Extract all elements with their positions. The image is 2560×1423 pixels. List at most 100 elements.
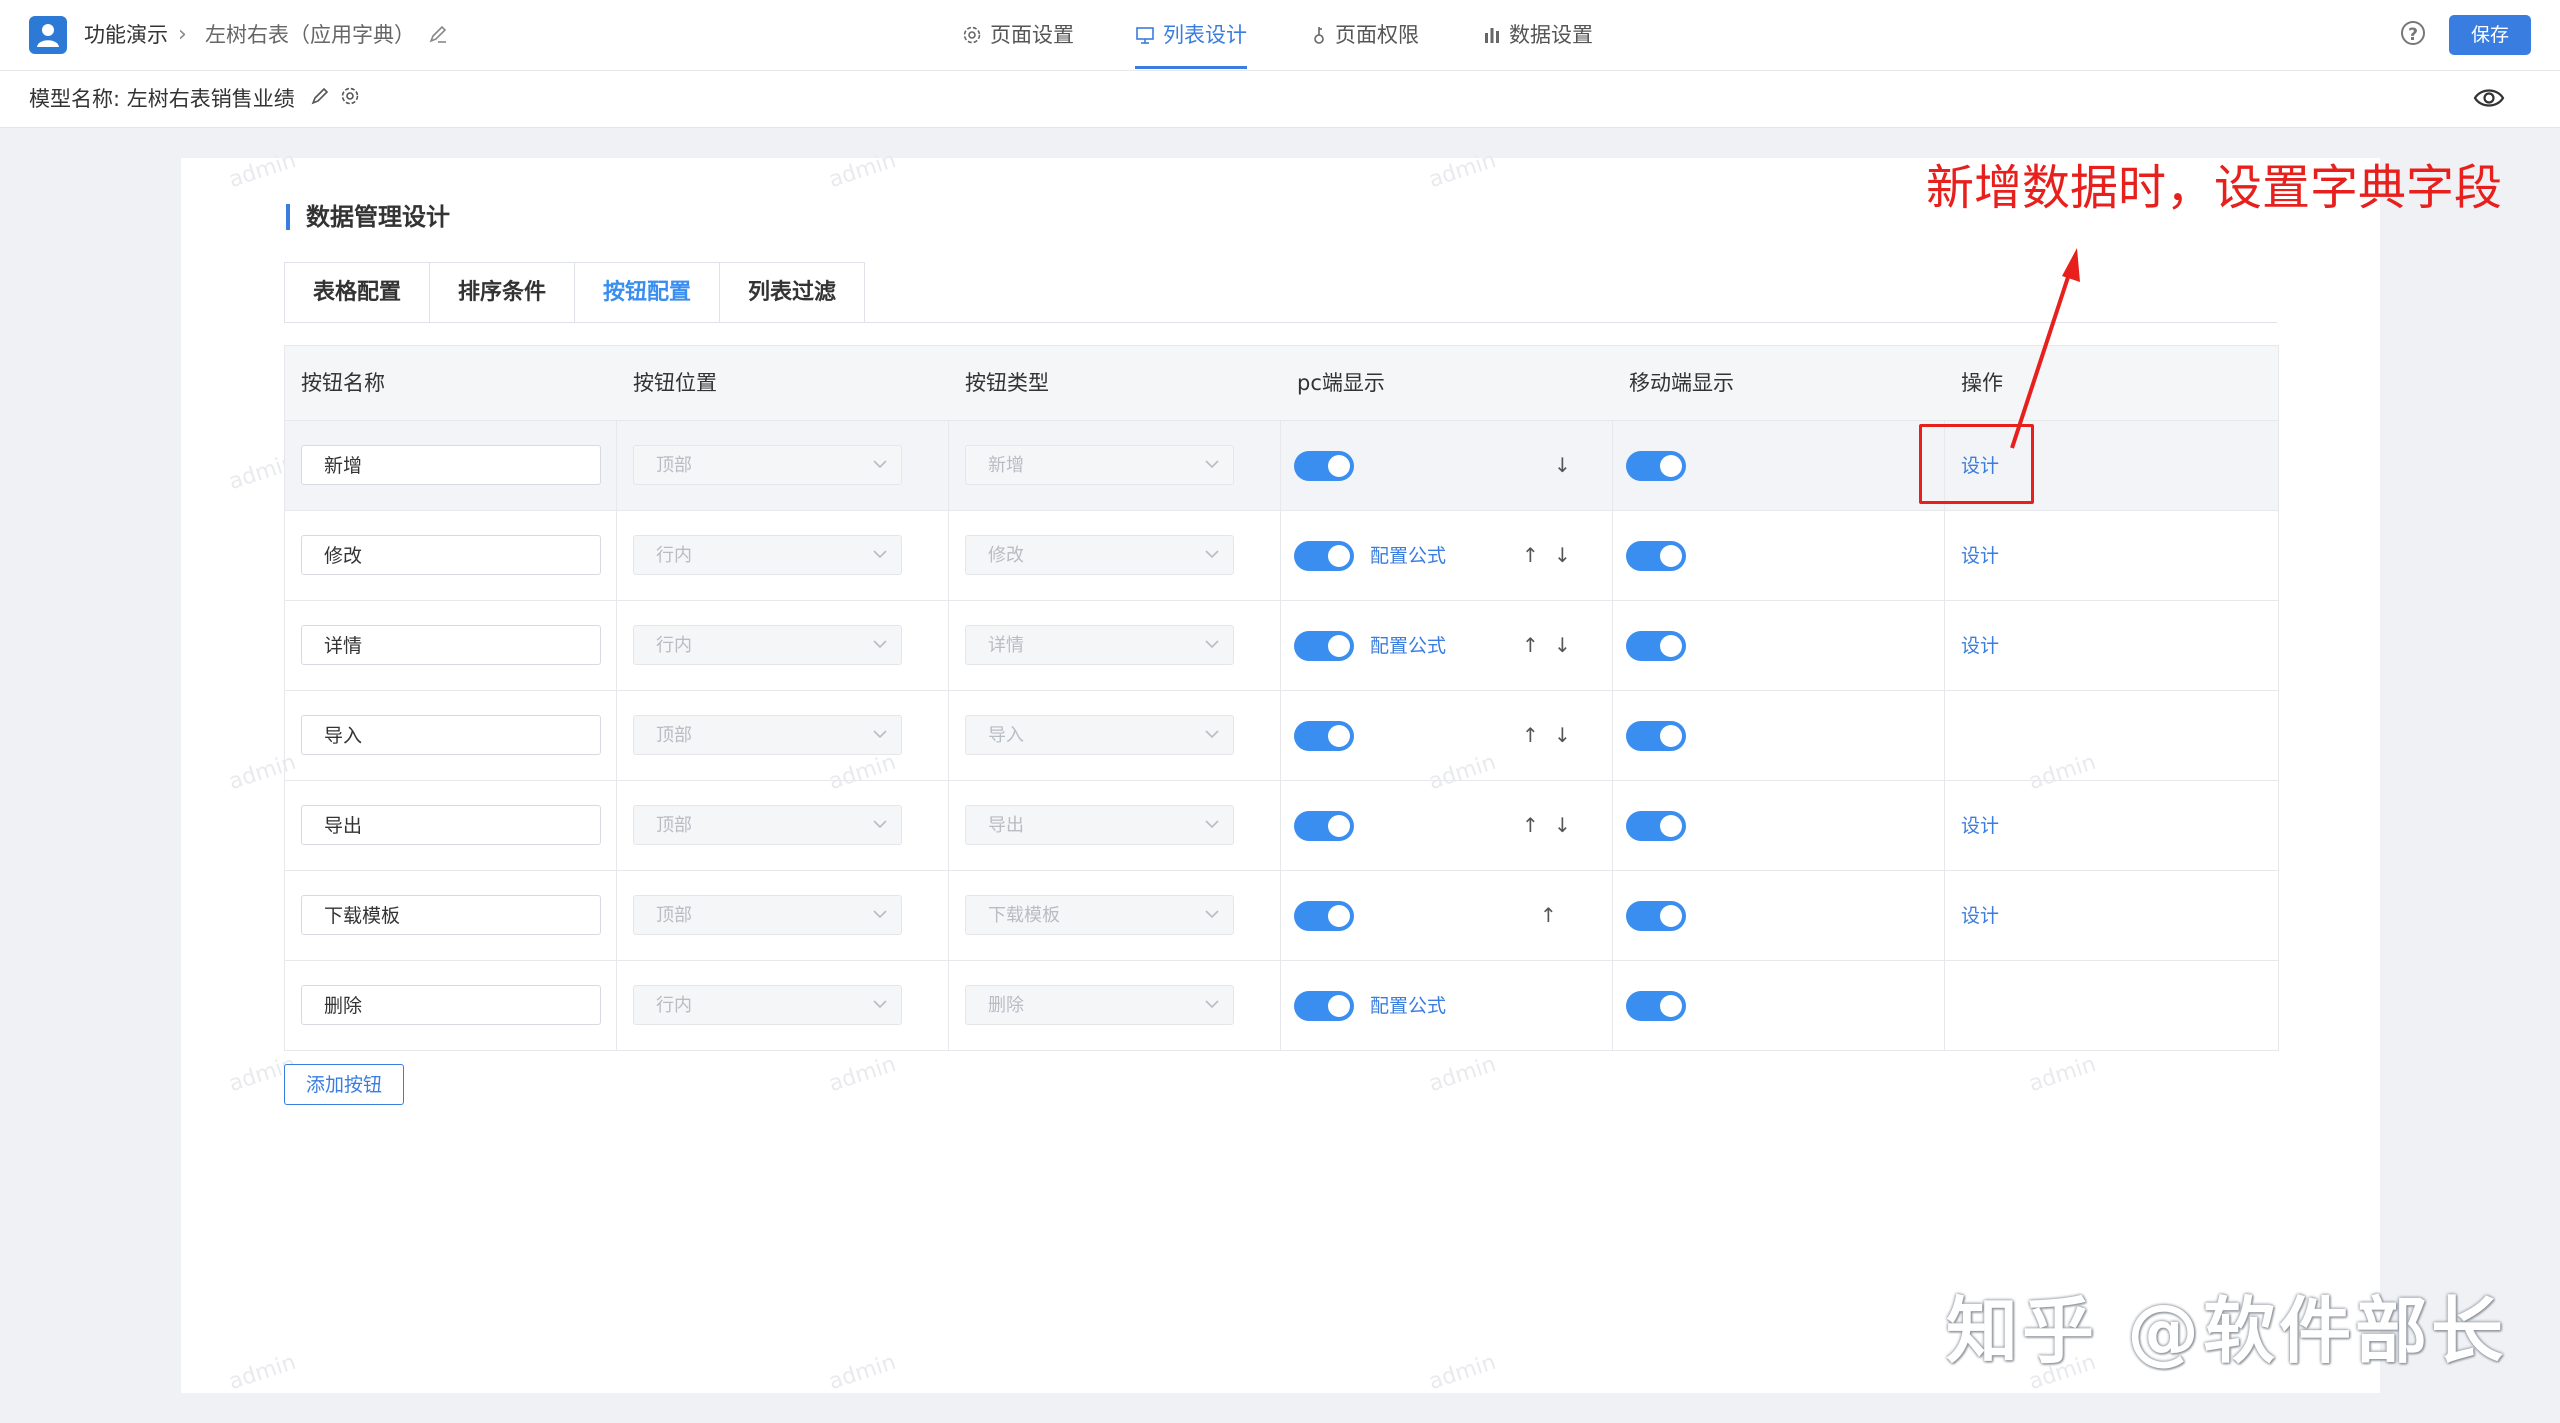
- mobile-display-toggle[interactable]: [1626, 721, 1686, 751]
- cell-pc-display: ↑: [1281, 871, 1613, 960]
- button-position-select[interactable]: 顶部: [633, 715, 902, 755]
- list-design-icon: [1136, 27, 1154, 44]
- button-type-select[interactable]: 修改: [965, 535, 1234, 575]
- button-position-select[interactable]: 顶部: [633, 445, 902, 485]
- subtab-list-filter[interactable]: 列表过滤: [720, 263, 864, 323]
- cell-button-position: 顶部: [617, 781, 949, 870]
- button-name-input[interactable]: 新增: [301, 445, 601, 485]
- subtab-table-config[interactable]: 表格配置: [285, 263, 430, 323]
- chevron-down-icon: [873, 640, 887, 649]
- column-header: 按钮类型: [965, 371, 1049, 395]
- cell-mobile-display: [1613, 871, 1945, 960]
- button-type-select[interactable]: 删除: [965, 985, 1234, 1025]
- pc-display-toggle[interactable]: [1294, 811, 1354, 841]
- button-type-select[interactable]: 下载模板: [965, 895, 1234, 935]
- cell-button-name: 删除: [285, 961, 617, 1050]
- button-position-select[interactable]: 顶部: [633, 895, 902, 935]
- chevron-down-icon: [1205, 820, 1219, 829]
- cell-button-type: 新增: [949, 421, 1281, 510]
- cell-button-type: 修改: [949, 511, 1281, 600]
- move-down-arrow-icon[interactable]: ↓: [1554, 721, 1571, 749]
- button-position-select[interactable]: 行内: [633, 985, 902, 1025]
- design-link[interactable]: 设计: [1961, 632, 1999, 660]
- move-up-arrow-icon[interactable]: ↑: [1522, 721, 1539, 749]
- cell-mobile-display: [1613, 421, 1945, 510]
- button-position-select[interactable]: 行内: [633, 625, 902, 665]
- button-name-input[interactable]: 删除: [301, 985, 601, 1025]
- cell-button-name: 新增: [285, 421, 617, 510]
- button-name-input[interactable]: 导入: [301, 715, 601, 755]
- pc-display-toggle[interactable]: [1294, 991, 1354, 1021]
- select-value: 顶部: [656, 815, 692, 836]
- move-down-arrow-icon[interactable]: ↓: [1554, 631, 1571, 659]
- button-position-select[interactable]: 顶部: [633, 805, 902, 845]
- preview-eye-icon[interactable]: [2473, 85, 2505, 111]
- column-header: pc端显示: [1297, 371, 1385, 395]
- cell-action: 设计: [1945, 511, 2278, 600]
- button-name-input[interactable]: 修改: [301, 535, 601, 575]
- chevron-down-icon: [1205, 550, 1219, 559]
- move-up-arrow-icon[interactable]: ↑: [1522, 811, 1539, 839]
- button-type-select[interactable]: 导出: [965, 805, 1234, 845]
- breadcrumb-page: 左树右表（应用字典）: [205, 23, 415, 47]
- cell-button-name: 详情: [285, 601, 617, 690]
- button-type-select[interactable]: 新增: [965, 445, 1234, 485]
- help-icon[interactable]: ?: [2401, 21, 2425, 45]
- edit-pencil-icon[interactable]: [310, 86, 330, 106]
- column-header: 移动端显示: [1629, 371, 1734, 395]
- button-name-input[interactable]: 详情: [301, 625, 601, 665]
- pc-display-toggle[interactable]: [1294, 451, 1354, 481]
- button-position-select[interactable]: 行内: [633, 535, 902, 575]
- pc-display-toggle[interactable]: [1294, 541, 1354, 571]
- gear-icon[interactable]: [340, 86, 360, 106]
- tab-page-settings-label: 页面设置: [990, 23, 1074, 47]
- configure-formula-link[interactable]: 配置公式: [1370, 992, 1446, 1020]
- save-button[interactable]: 保存: [2449, 15, 2531, 55]
- move-down-arrow-icon[interactable]: ↓: [1554, 541, 1571, 569]
- add-button-button[interactable]: 添加按钮: [284, 1064, 404, 1105]
- subtab-sort-conditions[interactable]: 排序条件: [430, 263, 575, 323]
- select-value: 详情: [988, 635, 1024, 656]
- move-up-arrow-icon[interactable]: ↑: [1522, 541, 1539, 569]
- tab-list-design[interactable]: 列表设计: [1135, 20, 1247, 69]
- design-link[interactable]: 设计: [1961, 542, 1999, 570]
- move-down-arrow-icon[interactable]: ↓: [1554, 811, 1571, 839]
- pc-display-toggle[interactable]: [1294, 721, 1354, 751]
- button-name-input[interactable]: 下载模板: [301, 895, 601, 935]
- model-bar: 模型名称: 左树右表销售业绩: [0, 71, 2560, 128]
- button-name-input[interactable]: 导出: [301, 805, 601, 845]
- tab-page-permissions[interactable]: 页面权限: [1311, 20, 1419, 68]
- design-link[interactable]: 设计: [1961, 812, 1999, 840]
- cell-pc-display: 配置公式: [1281, 961, 1613, 1050]
- app-logo-icon[interactable]: [29, 16, 67, 54]
- mobile-display-toggle[interactable]: [1626, 451, 1686, 481]
- configure-formula-link[interactable]: 配置公式: [1370, 542, 1446, 570]
- move-up-arrow-icon[interactable]: ↑: [1522, 631, 1539, 659]
- cell-button-name: 导入: [285, 691, 617, 780]
- pc-display-toggle[interactable]: [1294, 901, 1354, 931]
- cell-button-type: 下载模板: [949, 871, 1281, 960]
- mobile-display-toggle[interactable]: [1626, 991, 1686, 1021]
- move-up-arrow-icon[interactable]: ↑: [1540, 901, 1557, 929]
- config-subtabs: 表格配置 排序条件 按钮配置 列表过滤: [284, 262, 865, 323]
- mobile-display-toggle[interactable]: [1626, 811, 1686, 841]
- button-type-select[interactable]: 详情: [965, 625, 1234, 665]
- chevron-down-icon: [873, 460, 887, 469]
- mobile-display-toggle[interactable]: [1626, 901, 1686, 931]
- tab-data-settings-label: 数据设置: [1509, 23, 1593, 47]
- pc-display-toggle[interactable]: [1294, 631, 1354, 661]
- mobile-display-toggle[interactable]: [1626, 631, 1686, 661]
- mobile-display-toggle[interactable]: [1626, 541, 1686, 571]
- subtab-button-config[interactable]: 按钮配置: [575, 263, 720, 323]
- tab-data-settings[interactable]: 数据设置: [1483, 20, 1593, 68]
- edit-pencil-icon[interactable]: [428, 24, 448, 50]
- move-down-arrow-icon[interactable]: ↓: [1554, 451, 1571, 479]
- design-link[interactable]: 设计: [1961, 902, 1999, 930]
- breadcrumb-app[interactable]: 功能演示: [84, 22, 168, 48]
- button-type-select[interactable]: 导入: [965, 715, 1234, 755]
- configure-formula-link[interactable]: 配置公式: [1370, 632, 1446, 660]
- cell-button-position: 行内: [617, 961, 949, 1050]
- cell-button-position: 行内: [617, 601, 949, 690]
- chevron-down-icon: [1205, 1000, 1219, 1009]
- tab-page-settings[interactable]: 页面设置: [962, 20, 1074, 68]
